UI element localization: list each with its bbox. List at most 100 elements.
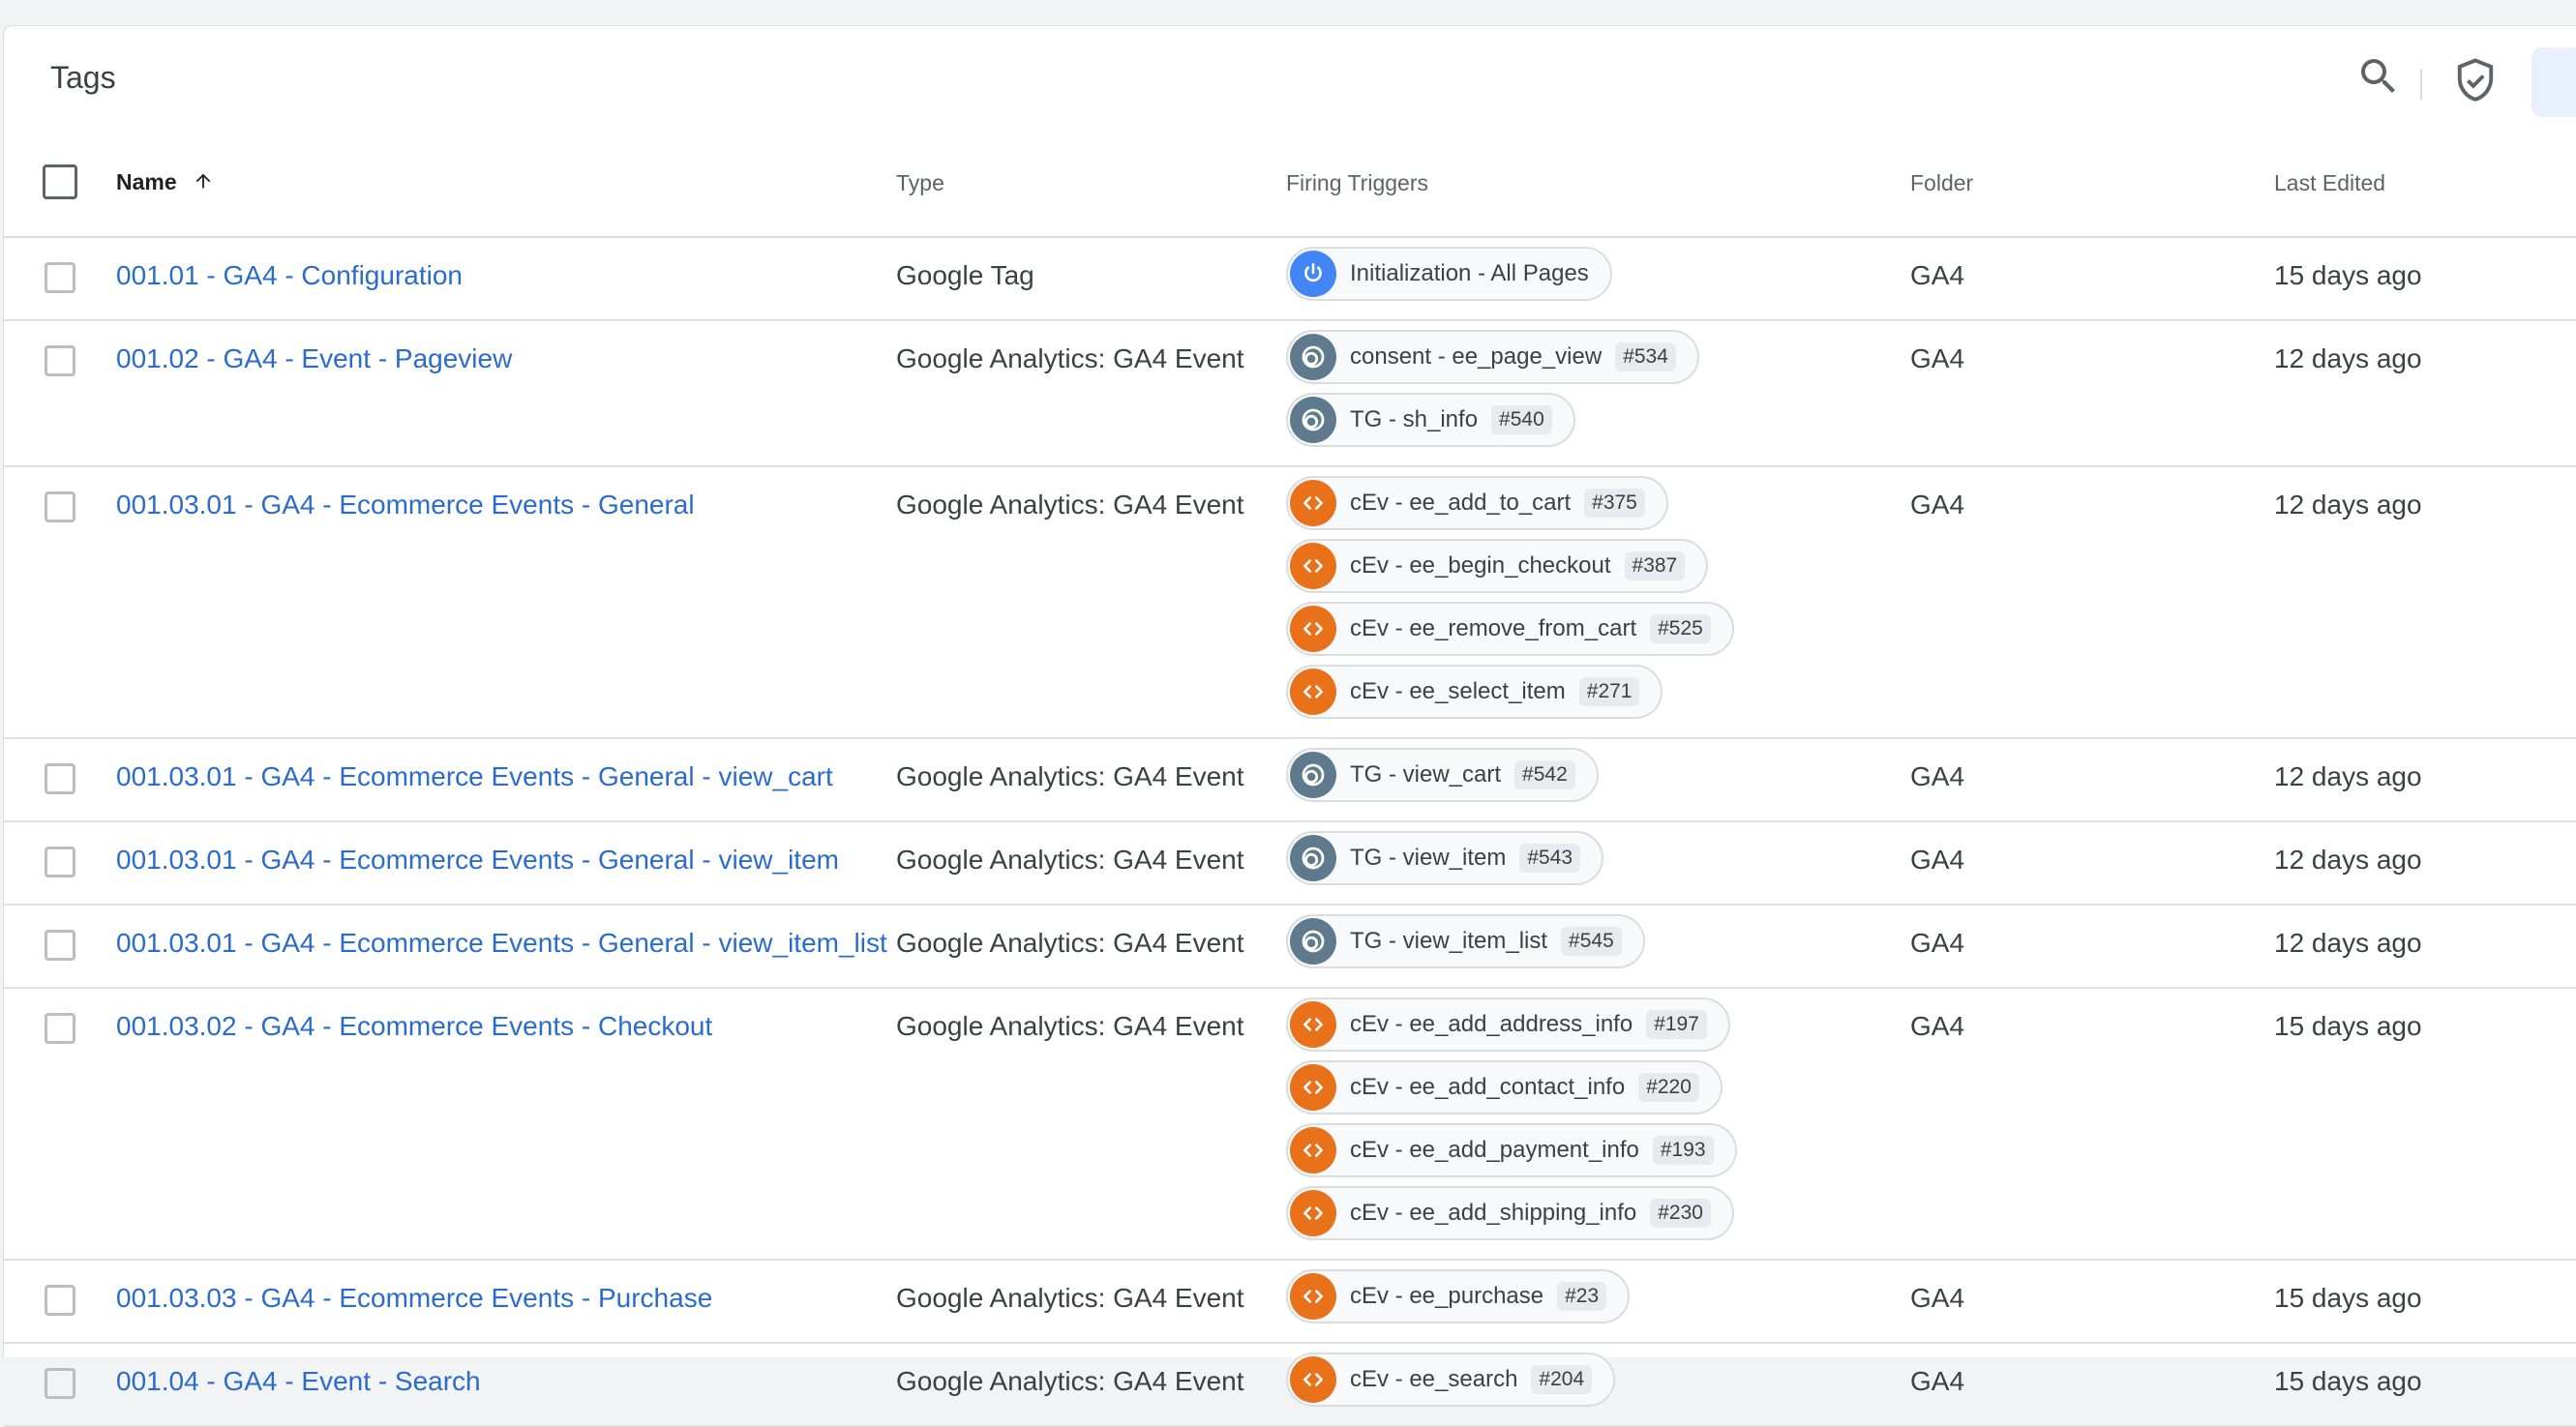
trigger-group-icon <box>1290 835 1336 881</box>
tag-name-link[interactable]: 001.03.01 - GA4 - Ecommerce Events - Gen… <box>116 845 839 875</box>
table-row[interactable]: 001.02 - GA4 - Event - Pageview Google An… <box>4 320 2576 466</box>
column-header-name[interactable]: Name <box>116 131 896 237</box>
trigger-chip[interactable]: cEv - ee_search #204 <box>1286 1353 1616 1407</box>
row-checkbox[interactable] <box>45 763 75 794</box>
trigger-label: cEv - ee_add_address_info <box>1350 1011 1633 1037</box>
trigger-id-badge: #230 <box>1650 1199 1711 1228</box>
trigger-label: cEv - ee_add_to_cart <box>1350 490 1572 516</box>
tag-name-link[interactable]: 001.03.01 - GA4 - Ecommerce Events - Gen… <box>116 490 695 520</box>
trigger-label: cEv - ee_add_payment_info <box>1350 1137 1639 1163</box>
table-header-row: Name Type Firing Triggers Folder Last Ed… <box>4 131 2576 237</box>
column-header-last-edited[interactable]: Last Edited <box>2274 131 2576 237</box>
table-row[interactable]: 001.04 - GA4 - Event - Search Google Anal… <box>4 1343 2576 1426</box>
firing-triggers: cEv - ee_purchase #23 <box>1286 1269 1910 1332</box>
row-checkbox[interactable] <box>45 1368 75 1399</box>
code-icon <box>1290 1064 1336 1111</box>
trigger-id-badge: #23 <box>1557 1282 1607 1311</box>
tag-last-edited: 15 days ago <box>2274 1283 2422 1313</box>
trigger-chip[interactable]: cEv - ee_purchase #23 <box>1286 1269 1631 1323</box>
trigger-label: cEv - ee_search <box>1350 1366 1518 1392</box>
trigger-id-badge: #220 <box>1638 1073 1699 1102</box>
trigger-chip[interactable]: TG - view_cart #542 <box>1286 748 1599 802</box>
search-icon <box>2361 59 2395 93</box>
trigger-chip[interactable]: cEv - ee_add_shipping_info #230 <box>1286 1186 1734 1240</box>
trigger-chip[interactable]: cEv - ee_remove_from_cart #525 <box>1286 602 1734 656</box>
trigger-chip[interactable]: cEv - ee_add_payment_info #193 <box>1286 1123 1737 1177</box>
trigger-chip[interactable]: TG - view_item_list #545 <box>1286 914 1645 968</box>
trigger-label: cEv - ee_add_shipping_info <box>1350 1200 1637 1226</box>
tag-type: Google Analytics: GA4 Event <box>896 343 1244 373</box>
header-divider <box>2420 69 2422 100</box>
workspace-check-button[interactable] <box>2450 55 2501 105</box>
table-row[interactable]: 001.03.03 - GA4 - Ecommerce Events - Pur… <box>4 1260 2576 1343</box>
tag-folder: GA4 <box>1910 260 1965 290</box>
trigger-group-icon <box>1290 334 1336 380</box>
trigger-label: cEv - ee_select_item <box>1350 678 1566 704</box>
table-row[interactable]: 001.03.01 - GA4 - Ecommerce Events - Gen… <box>4 905 2576 988</box>
trigger-chip[interactable]: cEv - ee_add_to_cart #375 <box>1286 476 1668 530</box>
tag-type: Google Analytics: GA4 Event <box>896 845 1244 875</box>
table-row[interactable]: 001.03.02 - GA4 - Ecommerce Events - Che… <box>4 988 2576 1260</box>
trigger-group-icon <box>1290 918 1336 965</box>
trigger-chip[interactable]: cEv - ee_add_contact_info #220 <box>1286 1060 1722 1115</box>
table-row[interactable]: 001.03.01 - GA4 - Ecommerce Events - Gen… <box>4 466 2576 738</box>
tag-last-edited: 15 days ago <box>2274 1366 2422 1396</box>
trigger-chip[interactable]: TG - sh_info #540 <box>1286 393 1575 447</box>
trigger-id-badge: #387 <box>1624 551 1686 580</box>
table-row[interactable]: 001.03.01 - GA4 - Ecommerce Events - Gen… <box>4 738 2576 821</box>
row-checkbox[interactable] <box>45 262 75 293</box>
firing-triggers: Initialization - All Pages <box>1286 247 1910 310</box>
tag-last-edited: 12 days ago <box>2274 490 2422 520</box>
column-header-type[interactable]: Type <box>896 131 1286 237</box>
tag-name-link[interactable]: 001.04 - GA4 - Event - Search <box>116 1366 481 1396</box>
row-checkbox[interactable] <box>45 1285 75 1316</box>
tag-name-link[interactable]: 001.03.02 - GA4 - Ecommerce Events - Che… <box>116 1011 712 1041</box>
new-tag-button[interactable] <box>2531 47 2576 117</box>
tag-name-link[interactable]: 001.01 - GA4 - Configuration <box>116 260 463 290</box>
tag-name-link[interactable]: 001.03.01 - GA4 - Ecommerce Events - Gen… <box>116 928 887 958</box>
tag-folder: GA4 <box>1910 845 1965 875</box>
column-header-triggers[interactable]: Firing Triggers <box>1286 131 1910 237</box>
trigger-id-badge: #545 <box>1561 927 1622 956</box>
trigger-chip[interactable]: TG - view_item #543 <box>1286 831 1604 885</box>
firing-triggers: cEv - ee_search #204 <box>1286 1353 1910 1415</box>
trigger-id-badge: #197 <box>1646 1010 1707 1039</box>
trigger-id-badge: #525 <box>1650 614 1711 643</box>
trigger-chip[interactable]: consent - ee_page_view #534 <box>1286 330 1699 384</box>
table-row[interactable]: 001.03.01 - GA4 - Ecommerce Events - Gen… <box>4 821 2576 905</box>
tag-last-edited: 15 days ago <box>2274 1011 2422 1041</box>
row-checkbox[interactable] <box>45 491 75 522</box>
search-button[interactable] <box>2355 53 2402 100</box>
row-checkbox[interactable] <box>45 1013 75 1044</box>
select-all-checkbox[interactable] <box>43 164 77 199</box>
tag-name-link[interactable]: 001.03.01 - GA4 - Ecommerce Events - Gen… <box>116 761 833 791</box>
trigger-label: TG - sh_info <box>1350 406 1479 432</box>
code-icon <box>1290 606 1336 652</box>
tag-name-link[interactable]: 001.03.03 - GA4 - Ecommerce Events - Pur… <box>116 1283 712 1313</box>
firing-triggers: cEv - ee_add_address_info #197 cEv - ee_ad… <box>1286 997 1910 1249</box>
tag-name-link[interactable]: 001.02 - GA4 - Event - Pageview <box>116 343 512 373</box>
firing-triggers: TG - view_cart #542 <box>1286 748 1910 811</box>
trigger-id-badge: #193 <box>1652 1136 1714 1165</box>
trigger-chip[interactable]: cEv - ee_select_item #271 <box>1286 665 1663 719</box>
trigger-label: TG - view_item <box>1350 845 1507 871</box>
trigger-label: cEv - ee_begin_checkout <box>1350 552 1611 579</box>
tag-type: Google Analytics: GA4 Event <box>896 1011 1244 1041</box>
table-row[interactable]: 001.01 - GA4 - Configuration Google Tag In… <box>4 237 2576 320</box>
tag-last-edited: 12 days ago <box>2274 343 2422 373</box>
trigger-chip[interactable]: cEv - ee_add_address_info #197 <box>1286 997 1730 1052</box>
trigger-chip[interactable]: cEv - ee_begin_checkout #387 <box>1286 539 1709 593</box>
power-icon <box>1290 251 1336 297</box>
row-checkbox[interactable] <box>45 930 75 961</box>
tag-folder: GA4 <box>1910 1366 1965 1396</box>
trigger-id-badge: #271 <box>1578 677 1640 706</box>
trigger-id-badge: #204 <box>1531 1365 1593 1394</box>
tag-folder: GA4 <box>1910 928 1965 958</box>
trigger-chip[interactable]: Initialization - All Pages <box>1286 247 1612 301</box>
trigger-id-badge: #534 <box>1615 342 1676 372</box>
trigger-id-badge: #542 <box>1514 760 1575 789</box>
trigger-id-badge: #375 <box>1584 489 1645 518</box>
column-header-folder[interactable]: Folder <box>1910 131 2274 237</box>
row-checkbox[interactable] <box>45 345 75 376</box>
row-checkbox[interactable] <box>45 847 75 877</box>
